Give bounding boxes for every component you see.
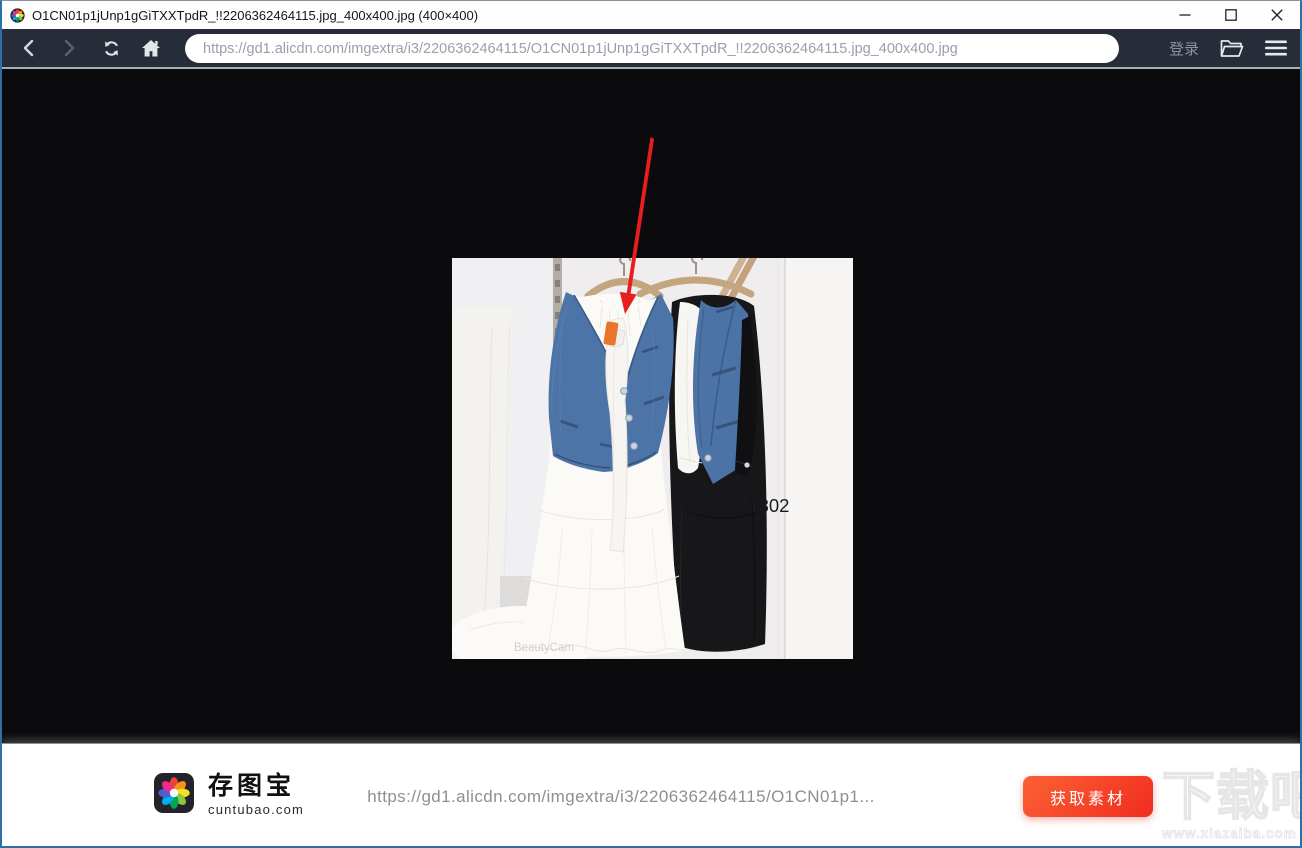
minimize-icon <box>1179 14 1191 16</box>
menu-button[interactable] <box>1265 40 1287 56</box>
site-watermark-title: 下载吧 <box>1161 767 1300 826</box>
page-content: 21302 BeautyCam <box>2 71 1300 747</box>
menu-icon <box>1265 40 1287 56</box>
close-button[interactable] <box>1254 1 1300 29</box>
site-watermark: 下载吧 www.xiazaiba.com <box>1161 767 1300 841</box>
back-button[interactable] <box>14 29 44 67</box>
app-icon <box>10 7 25 23</box>
title-bar: O1CN01p1jUnp1gGiTXXTpdR_!!2206362464115.… <box>2 1 1300 29</box>
forward-button[interactable] <box>54 29 84 67</box>
minimize-button[interactable] <box>1162 1 1208 29</box>
home-icon <box>142 39 160 56</box>
address-url-text: https://gd1.alicdn.com/imgextra/i3/22063… <box>203 40 958 57</box>
footer-bar: 存图宝 cuntubao.com https://gd1.alicdn.com/… <box>2 744 1300 846</box>
get-material-button[interactable]: 获取素材 <box>1023 776 1153 817</box>
navigation-bar: https://gd1.alicdn.com/imgextra/i3/22063… <box>2 29 1300 69</box>
folder-icon <box>1220 39 1244 57</box>
login-link[interactable]: 登录 <box>1169 38 1199 59</box>
nav-right-cluster: 登录 <box>1169 29 1287 67</box>
maximize-icon <box>1225 9 1237 21</box>
brand-logo-icon <box>154 773 194 817</box>
browser-window: O1CN01p1jUnp1gGiTXXTpdR_!!2206362464115.… <box>0 0 1302 848</box>
annotation-arrow-icon <box>619 137 654 314</box>
folder-button[interactable] <box>1220 39 1244 58</box>
window-title: O1CN01p1jUnp1gGiTXXTpdR_!!2206362464115.… <box>32 7 479 23</box>
photo-code-label: 21302 <box>738 495 789 516</box>
refresh-button[interactable] <box>96 29 126 67</box>
refresh-icon <box>104 40 118 56</box>
site-watermark-url: www.xiazaiba.com <box>1162 826 1297 841</box>
back-icon <box>23 39 34 57</box>
address-bar[interactable]: https://gd1.alicdn.com/imgextra/i3/22063… <box>185 34 1119 63</box>
close-icon <box>1271 9 1283 21</box>
forward-icon <box>64 39 75 57</box>
home-button[interactable] <box>136 29 166 67</box>
maximize-button[interactable] <box>1208 1 1254 29</box>
window-controls <box>1162 1 1300 29</box>
footer-url-text: https://gd1.alicdn.com/imgextra/i3/22063… <box>367 787 875 806</box>
photo-watermark: BeautyCam <box>514 642 574 654</box>
